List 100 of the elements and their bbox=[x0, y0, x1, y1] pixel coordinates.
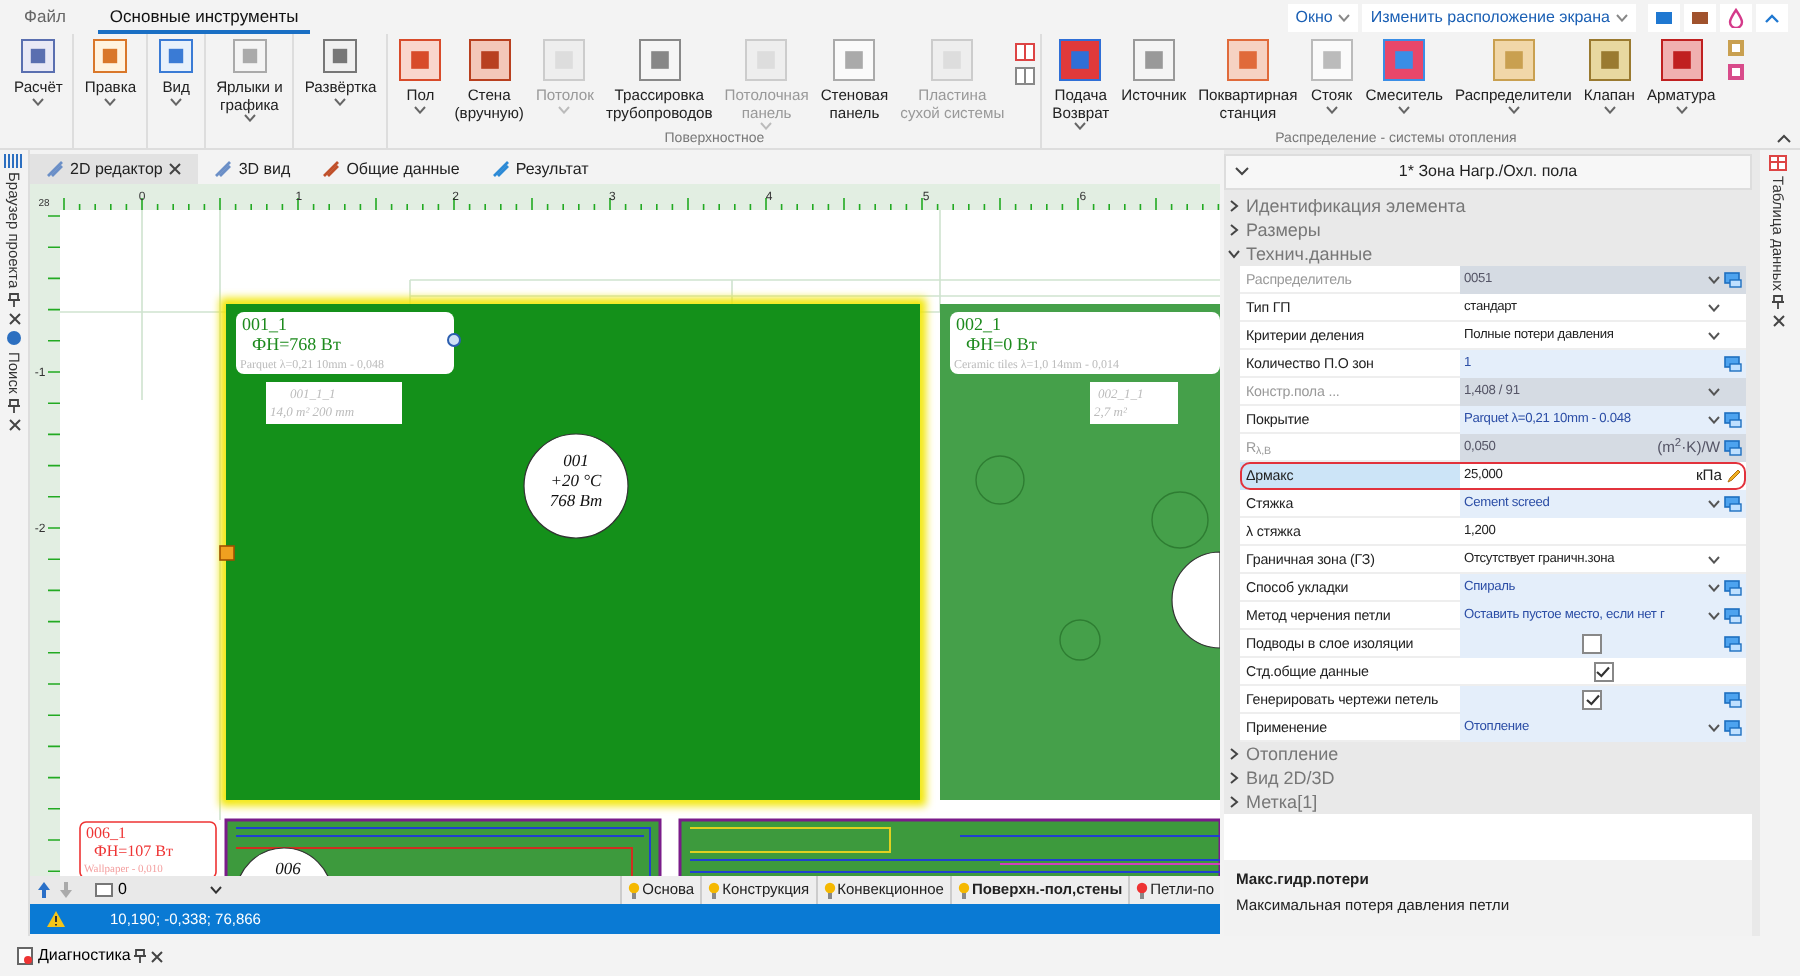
document-tab[interactable]: 3D вид bbox=[198, 154, 307, 184]
document-icon bbox=[16, 946, 34, 966]
pin-icon[interactable] bbox=[134, 948, 147, 964]
caret-icon bbox=[334, 97, 347, 106]
caret-icon bbox=[1675, 105, 1688, 114]
label-background bbox=[1090, 382, 1178, 424]
caret-icon bbox=[32, 97, 45, 106]
caret-icon bbox=[1616, 13, 1628, 21]
pin-icon[interactable] bbox=[8, 397, 20, 414]
check-icon bbox=[1596, 666, 1610, 678]
link-icon[interactable] bbox=[1724, 608, 1742, 624]
link-icon[interactable] bbox=[1724, 412, 1742, 428]
caret-icon bbox=[243, 114, 256, 123]
checkbox[interactable] bbox=[1582, 634, 1602, 654]
small-tool-icon[interactable] bbox=[1725, 38, 1746, 58]
panel-icon bbox=[322, 38, 359, 74]
caret-icon bbox=[1708, 556, 1720, 564]
small-tool-icon[interactable] bbox=[1014, 66, 1037, 86]
panel-icon bbox=[1131, 38, 1176, 82]
section-header[interactable]: Идентификация элемента bbox=[1224, 194, 1752, 218]
panel-icon bbox=[1309, 38, 1354, 82]
tab-icon bbox=[46, 160, 64, 178]
zone-name: 002_1 bbox=[956, 314, 1001, 334]
small-tool-icon[interactable] bbox=[1725, 62, 1746, 82]
document-tab[interactable]: 2D редактор bbox=[30, 154, 199, 184]
caret-icon bbox=[1603, 105, 1616, 114]
menu-tab[interactable]: Файл bbox=[12, 0, 78, 35]
bulb-icon bbox=[708, 881, 721, 899]
window-dropdown[interactable]: Окно bbox=[1287, 3, 1359, 31]
link-icon[interactable] bbox=[1724, 720, 1742, 736]
caret-icon bbox=[1074, 122, 1087, 131]
panel-icon bbox=[1058, 38, 1103, 82]
panel-title: 1* Зона Нагр./Охл. пола bbox=[1396, 160, 1580, 184]
section-header[interactable]: Вид 2D/3D bbox=[1224, 766, 1752, 790]
up-arrow-icon[interactable] bbox=[36, 880, 52, 900]
panel-icon bbox=[744, 38, 789, 82]
caret-icon bbox=[1708, 500, 1720, 508]
zone-power: ФН=768 Вт bbox=[252, 334, 341, 354]
caret-icon bbox=[1325, 105, 1338, 114]
caret-icon bbox=[1708, 612, 1720, 620]
caret-icon bbox=[1708, 304, 1720, 312]
section-header[interactable]: Размеры bbox=[1224, 218, 1752, 242]
room-number: 001 bbox=[563, 450, 589, 470]
panel-icon bbox=[832, 38, 877, 82]
checkbox[interactable] bbox=[1593, 662, 1613, 682]
dock-tab[interactable]: Диагностика bbox=[16, 944, 131, 968]
panel-icon bbox=[467, 38, 512, 82]
collapse-icon[interactable] bbox=[1776, 132, 1792, 144]
pin-icon[interactable] bbox=[1772, 294, 1784, 311]
document-tab[interactable]: Результат bbox=[475, 154, 605, 184]
close-icon[interactable] bbox=[150, 949, 165, 963]
panel-icon bbox=[92, 38, 129, 74]
level-dropdown[interactable]: 0 bbox=[82, 876, 234, 904]
search-icon[interactable] bbox=[5, 330, 23, 349]
link-icon[interactable] bbox=[1724, 356, 1742, 372]
grip-icon[interactable] bbox=[447, 333, 461, 347]
section-header[interactable]: Метка[1] bbox=[1224, 790, 1752, 814]
link-icon[interactable] bbox=[1724, 636, 1742, 652]
panel-icon bbox=[158, 38, 195, 74]
menu-tab[interactable]: Основные инструменты bbox=[97, 0, 311, 35]
close-icon[interactable] bbox=[7, 417, 21, 432]
panel-icon bbox=[637, 38, 682, 82]
layers-icon bbox=[94, 882, 114, 898]
close-icon[interactable] bbox=[1771, 314, 1785, 329]
panel-icon bbox=[20, 38, 57, 74]
caret-icon bbox=[170, 97, 183, 106]
checkbox[interactable] bbox=[1582, 690, 1602, 710]
grid-icon[interactable] bbox=[4, 154, 24, 168]
caret-icon bbox=[210, 886, 222, 894]
section-header[interactable]: Отопление bbox=[1224, 742, 1752, 766]
bulb-icon bbox=[1136, 881, 1149, 899]
caret-icon bbox=[414, 105, 427, 114]
pin-icon[interactable] bbox=[8, 292, 20, 309]
drop-icon[interactable] bbox=[1720, 3, 1752, 31]
layout-dropdown[interactable]: Изменить расположение экрана bbox=[1362, 3, 1636, 31]
caret-icon bbox=[1708, 724, 1720, 732]
tab-icon bbox=[322, 160, 341, 178]
link-icon[interactable] bbox=[1724, 496, 1742, 512]
panel-icon bbox=[398, 38, 443, 82]
tab-icon bbox=[214, 160, 233, 178]
section-header[interactable]: Технич.данные bbox=[1224, 242, 1752, 266]
expand-icon[interactable] bbox=[1234, 166, 1250, 178]
collapse-icon[interactable] bbox=[1756, 3, 1788, 31]
caret-icon bbox=[1507, 105, 1520, 114]
marker-icon[interactable] bbox=[219, 545, 235, 561]
small-tool-icon[interactable] bbox=[1014, 42, 1037, 62]
link-icon[interactable] bbox=[1724, 692, 1742, 708]
zone-power: ФН=107 Вт bbox=[94, 842, 173, 860]
caret-icon bbox=[104, 97, 117, 106]
table-icon[interactable] bbox=[1768, 154, 1788, 172]
close-icon[interactable] bbox=[168, 162, 183, 176]
panel-icon bbox=[930, 38, 975, 82]
link-icon[interactable] bbox=[1724, 580, 1742, 596]
check-icon bbox=[1585, 694, 1599, 706]
caret-icon bbox=[1338, 13, 1351, 21]
close-icon[interactable] bbox=[7, 312, 21, 327]
pencil-icon[interactable] bbox=[1726, 468, 1742, 484]
zone-name: 006_1 bbox=[86, 824, 126, 842]
room-number: 006 bbox=[275, 858, 301, 876]
document-tab[interactable]: Общие данные bbox=[306, 154, 476, 184]
